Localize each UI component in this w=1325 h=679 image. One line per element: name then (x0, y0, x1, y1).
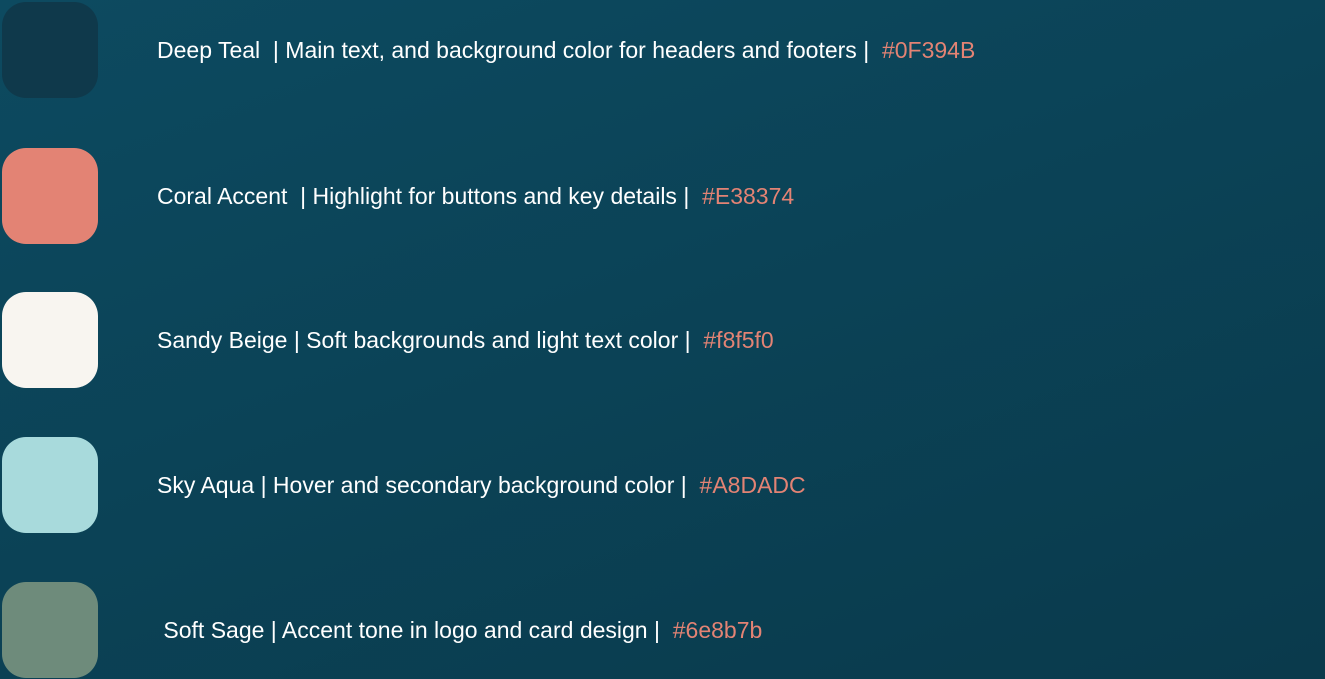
color-label-coral-accent: Coral Accent | Highlight for buttons and… (157, 148, 794, 244)
color-swatch-soft-sage (2, 582, 98, 678)
color-swatch-coral-accent (2, 148, 98, 244)
color-hex-code: #6e8b7b (672, 617, 763, 643)
color-description: Sandy Beige | Soft backgrounds and light… (157, 327, 704, 353)
color-swatch-sandy-beige (2, 292, 98, 388)
color-label-sky-aqua: Sky Aqua | Hover and secondary backgroun… (157, 437, 806, 533)
color-hex-code: #E38374 (702, 183, 795, 209)
color-hex-code: #0F394B (881, 37, 976, 63)
palette-row-deep-teal: Deep Teal | Main text, and background co… (0, 2, 1325, 98)
color-label-sandy-beige: Sandy Beige | Soft backgrounds and light… (157, 292, 774, 388)
color-description: Deep Teal | Main text, and background co… (157, 37, 882, 63)
palette-row-coral-accent: Coral Accent | Highlight for buttons and… (0, 148, 1325, 244)
color-description: Soft Sage | Accent tone in logo and card… (157, 617, 673, 643)
palette-row-soft-sage: Soft Sage | Accent tone in logo and card… (0, 582, 1325, 678)
color-palette: Deep Teal | Main text, and background co… (0, 0, 1325, 679)
color-swatch-sky-aqua (2, 437, 98, 533)
color-hex-code: #A8DADC (699, 472, 806, 498)
palette-row-sky-aqua: Sky Aqua | Hover and secondary backgroun… (0, 437, 1325, 533)
palette-row-sandy-beige: Sandy Beige | Soft backgrounds and light… (0, 292, 1325, 388)
color-label-soft-sage: Soft Sage | Accent tone in logo and card… (157, 582, 762, 678)
color-hex-code: #f8f5f0 (703, 327, 774, 353)
color-description: Sky Aqua | Hover and secondary backgroun… (157, 472, 700, 498)
color-label-deep-teal: Deep Teal | Main text, and background co… (157, 2, 975, 98)
color-swatch-deep-teal (2, 2, 98, 98)
color-description: Coral Accent | Highlight for buttons and… (157, 183, 703, 209)
